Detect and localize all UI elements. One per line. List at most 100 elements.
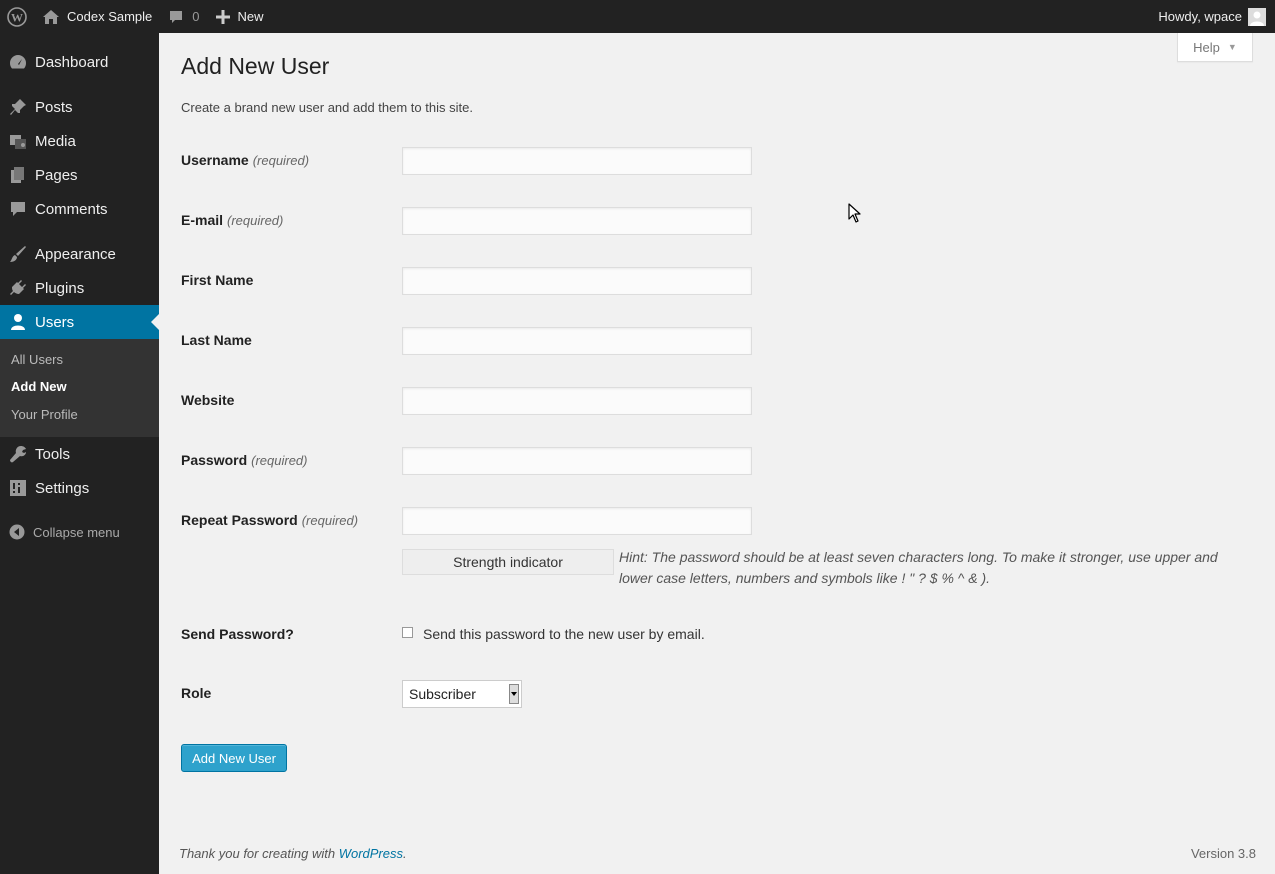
menu-appearance-label: Appearance <box>35 245 116 263</box>
role-select-value: Subscriber <box>409 686 476 702</box>
wrench-icon <box>0 445 35 463</box>
users-submenu: All Users Add New Your Profile <box>0 339 159 437</box>
collapse-menu-label: Collapse menu <box>33 524 120 540</box>
menu-users-label: Users <box>35 313 75 331</box>
plug-icon <box>0 279 35 297</box>
comments-count: 0 <box>192 9 200 24</box>
comments-link[interactable]: 0 <box>160 0 207 33</box>
password-strength-indicator: Strength indicator <box>402 549 614 575</box>
menu-dashboard-label: Dashboard <box>35 53 109 71</box>
main-content: Help ▼ Add New User Create a brand new u… <box>159 33 1273 872</box>
dropdown-arrow-icon <box>509 684 519 704</box>
add-new-user-button[interactable]: Add New User <box>181 744 287 772</box>
email-label-text: E-mail <box>181 212 224 228</box>
chevron-down-icon: ▼ <box>1227 42 1237 52</box>
send-password-text[interactable]: Send this password to the new user by em… <box>423 626 705 642</box>
menu-settings[interactable]: Settings <box>0 471 159 505</box>
menu-tools[interactable]: Tools <box>0 437 159 471</box>
active-menu-arrow <box>151 314 159 330</box>
menu-pages[interactable]: Pages <box>0 158 159 192</box>
required-note: (required) <box>227 213 284 228</box>
page-intro: Create a brand new user and add them to … <box>181 100 473 115</box>
repeat-password-label-text: Repeat Password <box>181 512 298 528</box>
new-label: New <box>237 9 264 24</box>
brush-icon <box>0 245 35 263</box>
footer-thanks-prefix: Thank you for creating with <box>179 846 339 861</box>
submenu-your-profile[interactable]: Your Profile <box>11 407 78 422</box>
last-name-label: Last Name <box>181 332 252 348</box>
new-content-link[interactable]: New <box>208 0 272 33</box>
admin-sidebar: Dashboard Posts Media Pages Comments App… <box>0 33 159 874</box>
submenu-all-users[interactable]: All Users <box>11 352 63 367</box>
password-label-text: Password <box>181 452 248 468</box>
send-password-checkbox[interactable] <box>402 627 413 638</box>
menu-dashboard[interactable]: Dashboard <box>0 45 159 79</box>
home-icon <box>43 9 59 24</box>
password-hint-line-2: lower case letters, numbers and symbols … <box>619 570 991 586</box>
email-label: E-mail (required) <box>181 212 283 228</box>
user-icon <box>0 313 35 331</box>
required-note: (required) <box>252 153 310 168</box>
account-greeting: Howdy, wpace <box>1158 9 1242 24</box>
menu-plugins[interactable]: Plugins <box>0 271 159 305</box>
menu-plugins-label: Plugins <box>35 279 85 297</box>
wordpress-logo-icon[interactable]: W <box>0 0 34 33</box>
dashboard-icon <box>0 53 35 71</box>
collapse-arrow-icon <box>0 524 33 540</box>
menu-users[interactable]: Users <box>0 305 159 339</box>
menu-tools-label: Tools <box>35 445 71 463</box>
mouse-cursor-icon <box>848 203 861 223</box>
pin-icon <box>0 98 35 116</box>
menu-appearance[interactable]: Appearance <box>0 237 159 271</box>
comment-bubble-icon <box>170 10 183 23</box>
menu-media-label: Media <box>35 132 76 150</box>
email-field[interactable] <box>402 207 752 235</box>
page-title: Add New User <box>181 53 330 79</box>
role-label: Role <box>181 685 212 701</box>
required-note: (required) <box>251 453 308 468</box>
username-label-text: Username <box>181 152 249 168</box>
website-label: Website <box>181 392 235 408</box>
comment-icon <box>0 200 35 218</box>
repeat-password-label: Repeat Password (required) <box>181 512 358 528</box>
menu-media[interactable]: Media <box>0 124 159 158</box>
svg-text:W: W <box>11 10 23 24</box>
avatar <box>1248 7 1266 26</box>
menu-settings-label: Settings <box>35 479 90 497</box>
submenu-add-new[interactable]: Add New <box>11 379 67 394</box>
menu-posts-label: Posts <box>35 98 73 116</box>
media-icon <box>0 132 35 150</box>
plus-icon <box>215 9 230 24</box>
password-hint-line-1: Hint: The password should be at least se… <box>619 549 1218 565</box>
password-field[interactable] <box>402 447 752 475</box>
password-hint: Hint: The password should be at least se… <box>619 547 1239 589</box>
footer-thanks: Thank you for creating with WordPress. <box>179 846 407 861</box>
username-label: Username (required) <box>181 152 309 168</box>
password-label: Password (required) <box>181 452 308 468</box>
first-name-field[interactable] <box>402 267 752 295</box>
pages-icon <box>0 166 35 184</box>
help-tab[interactable]: Help ▼ <box>1177 33 1253 62</box>
repeat-password-field[interactable] <box>402 507 752 535</box>
role-select[interactable]: Subscriber <box>402 680 522 708</box>
footer-version: Version 3.8 <box>1190 846 1256 861</box>
admin-bar: W Codex Sample 0 New Howdy, wpace <box>0 0 1275 33</box>
last-name-field[interactable] <box>402 327 752 355</box>
settings-icon <box>0 479 35 497</box>
send-password-label: Send Password? <box>181 626 294 642</box>
menu-comments-label: Comments <box>35 200 108 218</box>
first-name-label: First Name <box>181 272 254 288</box>
username-field[interactable] <box>402 147 752 175</box>
menu-pages-label: Pages <box>35 166 78 184</box>
site-name-link[interactable]: Codex Sample <box>34 0 160 33</box>
wordpress-link[interactable]: WordPress <box>339 846 403 861</box>
menu-posts[interactable]: Posts <box>0 90 159 124</box>
menu-comments[interactable]: Comments <box>0 192 159 226</box>
website-field[interactable] <box>402 387 752 415</box>
collapse-menu-button[interactable]: Collapse menu <box>0 522 159 542</box>
help-label: Help <box>1193 39 1220 55</box>
site-name-label: Codex Sample <box>67 9 153 24</box>
footer-thanks-suffix: . <box>403 846 407 861</box>
required-note: (required) <box>301 513 359 528</box>
my-account-link[interactable]: Howdy, wpace <box>1150 0 1275 33</box>
